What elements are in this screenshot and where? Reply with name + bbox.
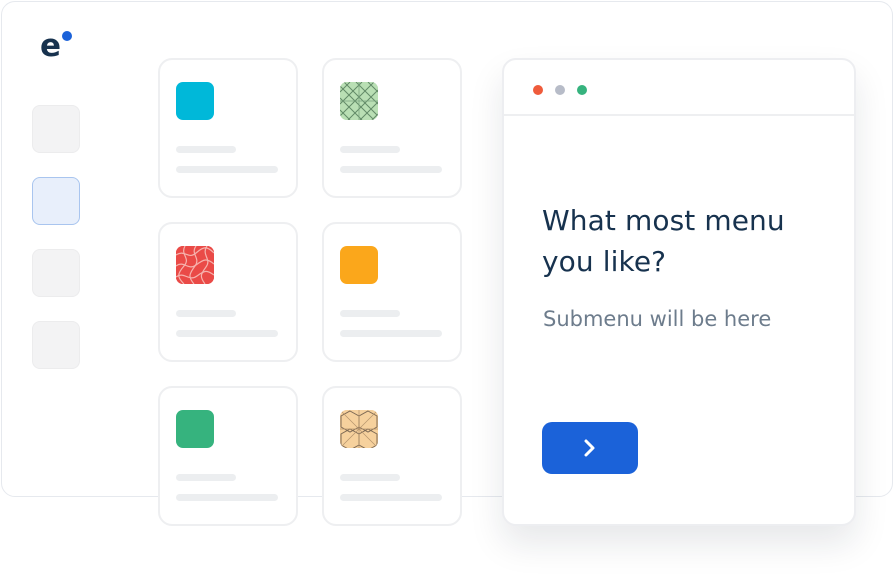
- sidebar-item-3[interactable]: [32, 249, 80, 297]
- card-placeholder-line-long: [176, 330, 278, 337]
- e-logo-icon[interactable]: e: [40, 28, 76, 64]
- app-preview: e What most menu you like? Submenu will …: [0, 0, 896, 584]
- menu-card-1[interactable]: [158, 58, 298, 198]
- card-placeholder-line-short: [340, 146, 400, 153]
- card-placeholder-line-long: [340, 494, 442, 501]
- menu-card-3[interactable]: [158, 222, 298, 362]
- cyan-square-icon: [176, 82, 214, 120]
- popup-subtitle: Submenu will be here: [543, 307, 772, 331]
- green-square-icon: [176, 410, 214, 448]
- minimize-dot-icon[interactable]: [555, 85, 565, 95]
- chevron-right-icon: [584, 439, 595, 457]
- maximize-dot-icon[interactable]: [577, 85, 587, 95]
- popup-title: What most menu you like?: [542, 204, 785, 278]
- popup-titlebar: [504, 60, 854, 116]
- card-placeholder-line-short: [176, 474, 236, 481]
- card-placeholder-line-long: [176, 494, 278, 501]
- menu-card-2[interactable]: [322, 58, 462, 198]
- menu-card-4[interactable]: [322, 222, 462, 362]
- menu-preference-popup: What most menu you like? Submenu will be…: [502, 58, 856, 526]
- sidebar-item-2-active[interactable]: [32, 177, 80, 225]
- card-placeholder-line-short: [340, 474, 400, 481]
- close-dot-icon[interactable]: [533, 85, 543, 95]
- menu-card-5[interactable]: [158, 386, 298, 526]
- peach-hexagon-pattern-icon: [340, 410, 378, 448]
- green-diamond-pattern-icon: [340, 82, 378, 120]
- card-placeholder-line-long: [176, 166, 278, 173]
- sidebar-item-4[interactable]: [32, 321, 80, 369]
- card-placeholder-line-short: [176, 146, 236, 153]
- card-placeholder-line-long: [340, 166, 442, 173]
- orange-square-icon: [340, 246, 378, 284]
- next-button[interactable]: [542, 422, 638, 474]
- card-placeholder-line-short: [176, 310, 236, 317]
- red-curve-pattern-icon: [176, 246, 214, 284]
- card-placeholder-line-short: [340, 310, 400, 317]
- card-placeholder-line-long: [340, 330, 442, 337]
- sidebar-item-1[interactable]: [32, 105, 80, 153]
- menu-card-6[interactable]: [322, 386, 462, 526]
- svg-text:e: e: [40, 28, 61, 62]
